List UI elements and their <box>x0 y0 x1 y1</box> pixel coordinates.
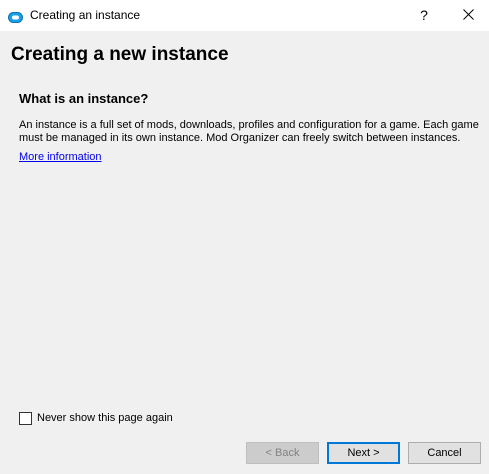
instance-description: An instance is a full set of mods, downl… <box>19 119 479 144</box>
section-title: What is an instance? <box>19 91 149 106</box>
close-icon <box>462 7 474 25</box>
wizard-window: Creating an instance ? Creating a new in… <box>0 0 489 474</box>
next-button[interactable]: Next > <box>327 442 400 464</box>
never-show-checkbox-row[interactable]: Never show this page again <box>19 411 173 425</box>
never-show-label[interactable]: Never show this page again <box>37 412 173 425</box>
cancel-button[interactable]: Cancel <box>408 442 481 464</box>
back-button[interactable]: < Back <box>246 442 319 464</box>
close-button[interactable] <box>447 0 489 31</box>
help-button[interactable]: ? <box>401 0 447 31</box>
title-bar[interactable]: Creating an instance ? <box>0 0 489 31</box>
never-show-checkbox[interactable] <box>19 411 32 425</box>
mod-organizer-icon <box>8 10 23 23</box>
more-information-link[interactable]: More information <box>19 151 102 164</box>
page-title: Creating a new instance <box>11 44 229 65</box>
window-title: Creating an instance <box>30 8 141 22</box>
